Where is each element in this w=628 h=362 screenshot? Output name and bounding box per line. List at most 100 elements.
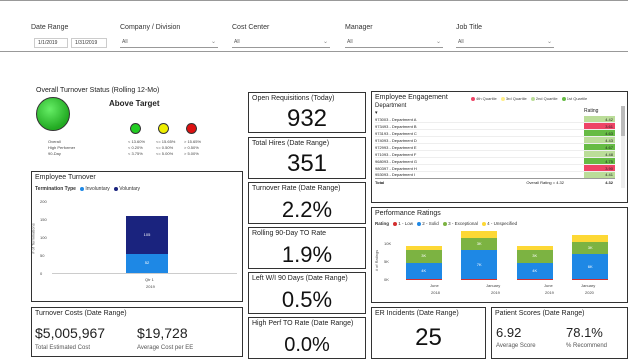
date-end-input[interactable]: 1/31/2019 [71,38,107,48]
scrollbar-thumb[interactable] [621,106,625,136]
rating-cell: 3.90 [584,165,615,171]
total-cost-label: Total Estimated Cost [35,345,91,351]
perf-bar-segment[interactable] [461,279,498,280]
y-tick: 50 [40,253,45,258]
performance-ratings-card: Performance Ratings Rating 1 - Low 2 - S… [371,207,628,303]
employee-turnover-card: Employee Turnover Termination Type Invol… [31,171,243,302]
company-dropdown[interactable]: All ⌄ [120,38,218,48]
turnover-costs-card: Turnover Costs (Date Range) $5,005,967 T… [31,307,243,357]
date-start-input[interactable]: 1/1/2019 [34,38,68,48]
performance-title: Performance Ratings [375,210,441,217]
perf-bar-segment[interactable] [572,235,609,242]
scrollbar[interactable] [621,106,625,188]
perf-bar-segment[interactable] [516,279,553,280]
x-category: Qtr 1 [145,277,154,282]
avg-cost-label: Average Cost per EE [137,345,194,351]
col-rating-header[interactable]: Rating [584,108,598,114]
table-row[interactable]: 968093 - Department G 4.75 [375,158,615,165]
employee-engagement-card: Employee Engagement 4th Quartile 3rd Qua… [371,91,628,203]
manager-dropdown[interactable]: All ⌄ [345,38,443,48]
rolling-90-day-card: Rolling 90-Day TO Rate 1.9% [248,227,366,269]
date-range-label: Date Range [31,24,69,31]
performance-legend: Rating 1 - Low 2 - Solid 3 - Exceptional… [375,221,518,226]
open-req-title: Open Requisitions (Today) [252,95,335,102]
perf-bar-segment[interactable] [461,231,498,238]
recommend-label: % Recommend [566,343,608,349]
legend-dot [114,186,119,191]
legend-dot [500,96,505,101]
table-row[interactable]: 972993 - Department E 4.67 [375,144,615,151]
x-category: January [486,283,501,288]
x-year: 2019 [545,290,554,295]
perf-bar-segment[interactable] [572,279,609,280]
perf-bar-segment[interactable]: 3K [405,250,442,263]
legend-dot [80,186,85,191]
perf-bar-segment[interactable] [516,245,553,250]
table-row[interactable]: 953093 - Department I 4.41 [375,172,615,178]
rating-cell: 3.61 [584,123,615,129]
perf-bar-segment[interactable]: 4K [405,262,442,280]
rolling-value: 1.9% [281,242,333,267]
job-title-value: All [458,39,464,45]
left90-value: 0.5% [281,287,333,312]
turnover-costs-title: Turnover Costs (Date Range) [35,310,127,317]
bar-involuntary[interactable]: 52 [126,254,168,273]
table-row[interactable]: 980397 - Department H 3.90 [375,165,615,172]
table-row[interactable]: 973003 - Department A 4.42 [375,116,615,123]
turnover-rate-card: Turnover Rate (Date Range) 2.2% [248,182,366,224]
rating-cell: 4.41 [584,172,615,178]
x-year: 2020 [585,290,594,295]
perf-bar-segment[interactable]: 3K [572,241,609,255]
total-hires-card: Total Hires (Date Range) 351 [248,137,366,179]
highperf-title: High Perf TO Rate (Date Range) [252,320,354,327]
bar-voluntary[interactable]: 105 [126,215,168,255]
perf-bar-segment[interactable] [405,279,442,280]
open-req-value: 932 [286,105,328,132]
chevron-down-icon: ⌄ [210,39,216,45]
perf-bar-segment[interactable] [405,245,442,250]
turnover-status-panel: Overall Turnover Status (Rolling 12-Mo) … [34,87,244,165]
col-department-header[interactable]: Department [375,103,406,109]
cost-center-dropdown[interactable]: All ⌄ [232,38,330,48]
rating-cell: 4.67 [584,144,615,150]
turnover-rate-title: Turnover Rate (Date Range) [252,185,341,192]
er-incidents-card: ER Incidents (Date Range) 25 [371,307,486,359]
job-title-dropdown[interactable]: All ⌄ [456,38,554,48]
x-category: June [430,283,439,288]
x-category: June [544,283,553,288]
table-row[interactable]: 974093 - Department D 4.43 [375,137,615,144]
y-tick: 10K [384,241,392,246]
highperf-value: 0.0% [284,334,330,356]
threshold-table: Overall < 13.60% <= 15.65% > 15.65% High… [48,139,218,157]
legend-dot [393,221,398,226]
perf-bar-segment[interactable]: 3K [516,250,553,263]
threshold-row: 90-Day < 3.75% <= 5.00% > 5.00% [48,151,199,156]
x-category: January [581,283,596,288]
x-year: 2018 [431,290,440,295]
rating-cell: 4.48 [584,151,615,157]
rating-cell: 4.75 [584,158,615,164]
avg-score-label: Average Score [496,343,536,349]
table-row[interactable]: 971093 - Department F 4.48 [375,151,615,158]
total-hires-title: Total Hires (Date Range) [252,140,330,147]
perf-bar-segment[interactable]: 4K [516,262,553,280]
avg-score-value: 6.92 [496,325,522,340]
chevron-down-icon: ⌄ [546,39,552,45]
er-incidents-title: ER Incidents (Date Range) [375,310,459,317]
perf-bar-segment[interactable]: 6K [572,254,609,280]
y-tick: 200 [40,199,47,204]
x-year: 2019 [146,284,155,289]
patient-scores-card: Patient Scores (Date Range) 6.92 Average… [491,307,628,359]
y-tick: 5K [384,259,389,264]
perf-bar-segment[interactable]: 7K [461,250,498,280]
table-row[interactable]: 973193 - Department C 4.63 [375,130,615,137]
y-axis-label: # of Terminations [30,223,36,254]
turnover-status-title: Overall Turnover Status (Rolling 12-Mo) [36,87,160,94]
total-cost-value: $5,005,967 [35,325,106,341]
engagement-legend: 4th Quartile 3rd Quartile 2nd Quartile 1… [468,96,587,101]
cost-center-label: Cost Center [232,24,270,31]
perf-bar-segment[interactable]: 3K [461,237,498,250]
table-row[interactable]: 973493 - Department B 3.61 [375,123,615,130]
turnover-legend: Termination Type Involuntary Voluntary [35,186,140,192]
job-title-label: Job Title [456,24,483,31]
